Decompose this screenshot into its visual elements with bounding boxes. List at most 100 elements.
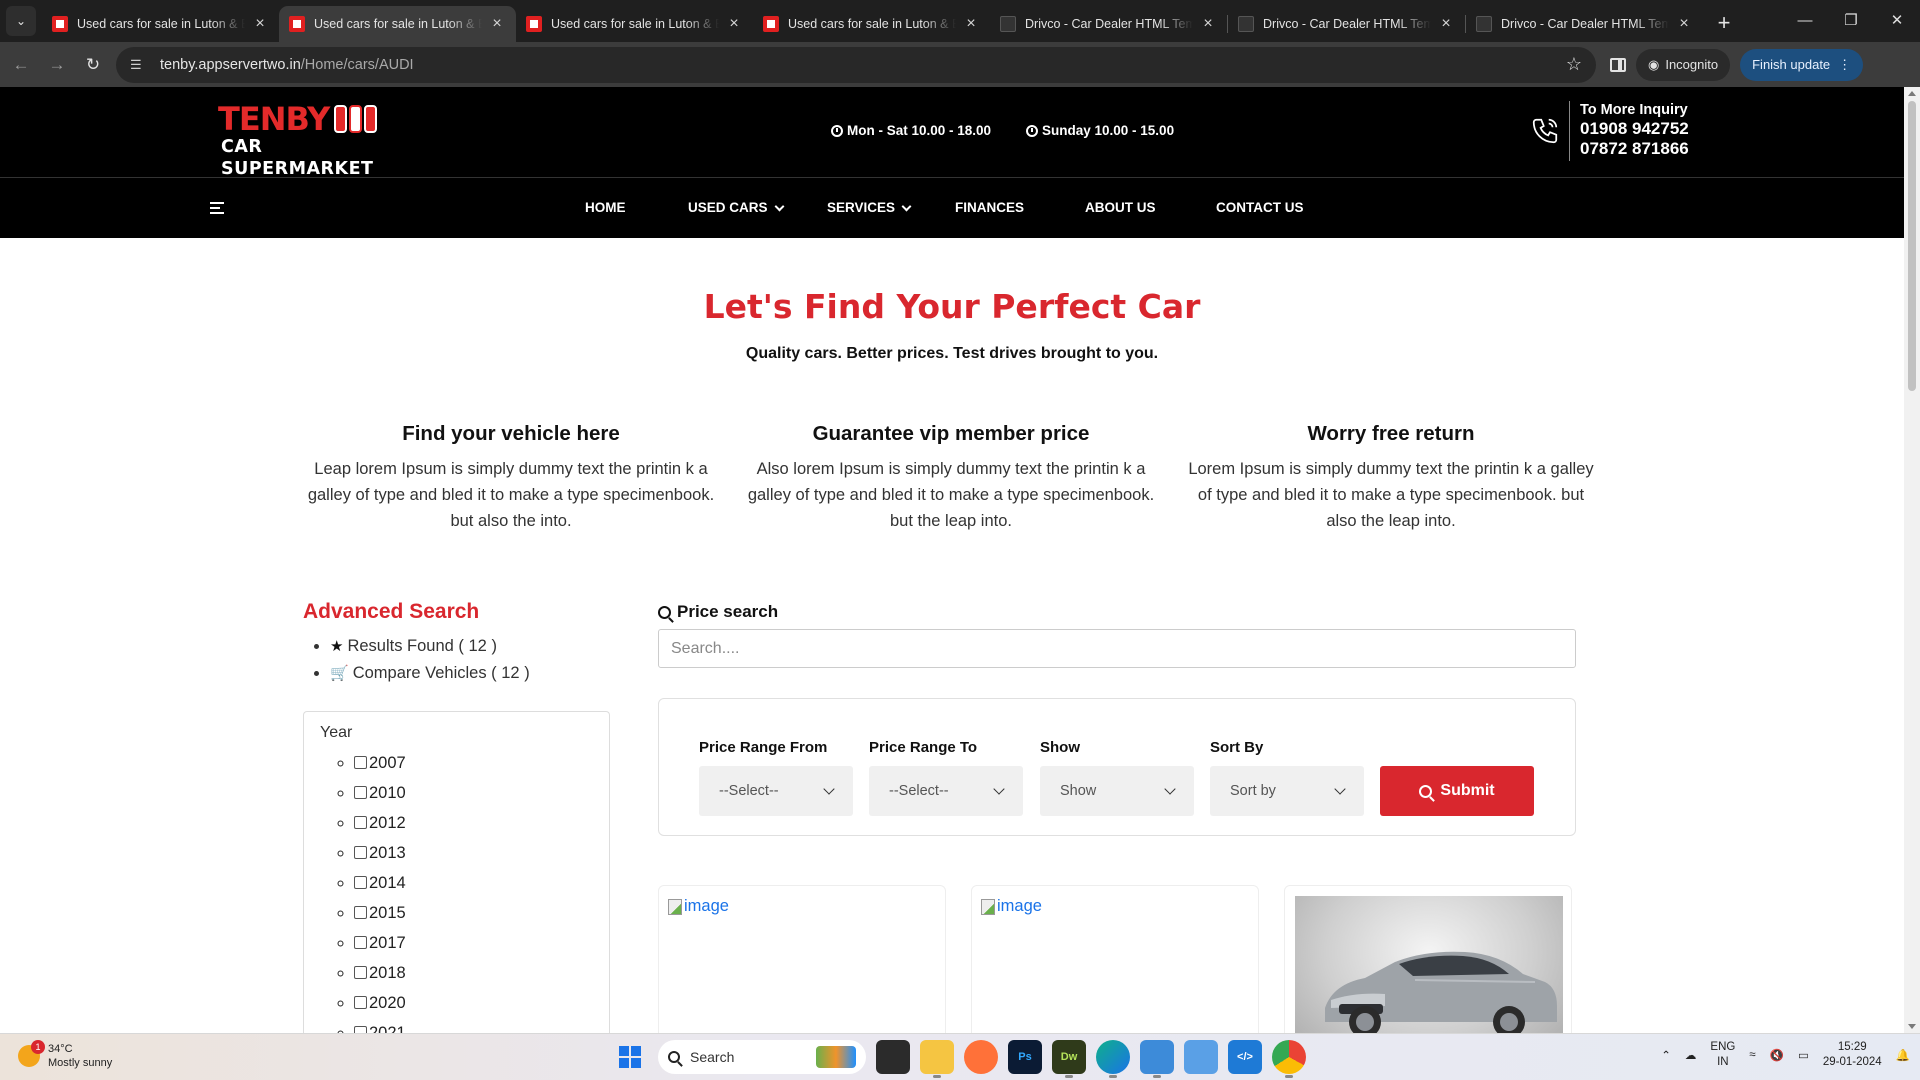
browser-tab[interactable]: Drivco - Car Dealer HTML Template × — [1466, 6, 1703, 42]
close-tab-icon[interactable]: × — [251, 15, 269, 33]
close-tab-icon[interactable]: × — [488, 15, 506, 33]
nav-item-used-cars[interactable]: USED CARS — [688, 200, 784, 215]
close-tab-icon[interactable]: × — [962, 15, 980, 33]
tab-title: Used cars for sale in Luton & Bedfordshi… — [314, 17, 482, 31]
price-from-select[interactable]: --Select-- — [699, 766, 853, 816]
reload-icon[interactable]: ↻ — [78, 50, 108, 80]
edge-icon[interactable] — [1096, 1040, 1130, 1078]
car-image-broken[interactable]: image — [668, 897, 729, 916]
nav-item-about-us[interactable]: ABOUT US — [1085, 200, 1156, 215]
year-option[interactable]: 2015 — [354, 898, 593, 928]
year-option[interactable]: 2020 — [354, 988, 593, 1018]
notepad-icon[interactable] — [1184, 1040, 1218, 1074]
browser-tab[interactable]: Drivco - Car Dealer HTML Template × — [990, 6, 1227, 42]
scroll-up-icon[interactable] — [1908, 91, 1916, 96]
year-option[interactable]: 2017 — [354, 928, 593, 958]
year-checkbox[interactable] — [354, 996, 367, 1009]
year-checkbox[interactable] — [354, 786, 367, 799]
show-select[interactable]: Show — [1040, 766, 1194, 816]
year-checkbox[interactable] — [354, 966, 367, 979]
minimize-icon[interactable]: — — [1782, 0, 1828, 40]
firefox-icon[interactable] — [964, 1040, 998, 1074]
file-explorer-icon[interactable] — [920, 1040, 954, 1078]
year-checkbox[interactable] — [354, 876, 367, 889]
volume-muted-icon[interactable]: 🔇 — [1770, 1048, 1784, 1062]
windows-start-icon[interactable] — [612, 1039, 648, 1075]
tab-search-button[interactable]: ⌄ — [6, 6, 36, 36]
phone-number-2[interactable]: 07872 871866 — [1580, 139, 1689, 159]
close-tab-icon[interactable]: × — [1199, 15, 1217, 33]
nav-item-services[interactable]: SERVICES — [827, 200, 912, 215]
year-checkbox[interactable] — [354, 936, 367, 949]
car-photo[interactable] — [1295, 896, 1563, 1033]
new-tab-button[interactable]: + — [1709, 8, 1739, 38]
year-option[interactable]: 2014 — [354, 868, 593, 898]
year-option[interactable]: 2021 — [354, 1018, 593, 1033]
vscode-icon[interactable]: </> — [1228, 1040, 1262, 1074]
nav-item-home[interactable]: HOME — [585, 200, 626, 215]
hamburger-menu-icon[interactable] — [210, 202, 224, 217]
dreamweaver-icon[interactable]: Dw — [1052, 1040, 1086, 1078]
year-checkbox[interactable] — [354, 816, 367, 829]
year-option[interactable]: 2013 — [354, 838, 593, 868]
paint-icon[interactable] — [1140, 1040, 1174, 1078]
battery-icon[interactable]: ▭ — [1798, 1048, 1809, 1062]
task-view-icon[interactable] — [876, 1040, 910, 1074]
price-to-select[interactable]: --Select-- — [869, 766, 1023, 816]
notification-bell-icon[interactable]: 🔔 — [1896, 1048, 1910, 1062]
nav-item-finances[interactable]: FINANCES — [955, 200, 1024, 215]
car-image-alt: image — [997, 897, 1042, 915]
browser-tab[interactable]: Used cars for sale in Luton & Bedfordshi… — [753, 6, 990, 42]
car-card[interactable]: image — [658, 885, 946, 1033]
close-window-icon[interactable]: ✕ — [1874, 0, 1920, 40]
browser-tab[interactable]: Used cars for sale in Luton & Bedfordshi… — [42, 6, 279, 42]
chrome-icon[interactable] — [1272, 1040, 1306, 1078]
side-panel-icon[interactable] — [1610, 57, 1626, 72]
forward-icon[interactable]: → — [42, 50, 72, 80]
year-checkbox[interactable] — [354, 846, 367, 859]
year-option[interactable]: 2007 — [354, 748, 593, 778]
incognito-indicator[interactable]: ◉ Incognito — [1636, 48, 1731, 81]
restore-icon[interactable]: ❐ — [1828, 0, 1874, 40]
back-icon[interactable]: ← — [6, 50, 36, 80]
taskbar-search[interactable]: Search — [658, 1040, 866, 1074]
sort-by-select[interactable]: Sort by — [1210, 766, 1364, 816]
site-info-icon[interactable]: ☰ — [130, 57, 150, 73]
year-checkbox[interactable] — [354, 906, 367, 919]
car-card[interactable] — [1284, 885, 1572, 1033]
year-option[interactable]: 2012 — [354, 808, 593, 838]
inquiry-label: To More Inquiry — [1580, 102, 1688, 118]
close-tab-icon[interactable]: × — [1675, 15, 1693, 33]
browser-tab-active[interactable]: Used cars for sale in Luton & Bedfordshi… — [279, 6, 516, 42]
wifi-icon[interactable]: ≈ — [1749, 1049, 1755, 1061]
scroll-down-icon[interactable] — [1908, 1024, 1916, 1029]
submit-button[interactable]: Submit — [1380, 766, 1534, 816]
finish-update-button[interactable]: Finish update ⋮ — [1740, 48, 1864, 81]
site-logo[interactable]: TENBY CAR SUPERMARKET — [218, 102, 408, 179]
weather-widget[interactable]: 1 34°C Mostly sunny — [18, 1040, 112, 1070]
phone-number-1[interactable]: 01908 942752 — [1580, 119, 1689, 139]
cloud-sync-icon[interactable]: ☁ — [1685, 1048, 1697, 1062]
nav-item-contact-us[interactable]: CONTACT US — [1216, 200, 1304, 215]
address-bar[interactable]: ☰ tenby.appservertwo.in/Home/cars/AUDI ☆ — [116, 46, 1596, 83]
year-option[interactable]: 2010 — [354, 778, 593, 808]
year-checkbox[interactable] — [354, 1026, 367, 1033]
photoshop-icon[interactable]: Ps — [1008, 1040, 1042, 1074]
bookmark-star-icon[interactable]: ☆ — [1566, 54, 1582, 75]
chevron-up-icon[interactable]: ⌃ — [1661, 1048, 1671, 1062]
price-search-input[interactable] — [658, 629, 1576, 668]
close-tab-icon[interactable]: × — [725, 15, 743, 33]
close-tab-icon[interactable]: × — [1437, 15, 1455, 33]
page-scrollbar[interactable] — [1904, 87, 1920, 1033]
year-checkbox[interactable] — [354, 756, 367, 769]
taskbar-clock[interactable]: 15:29 29-01-2024 — [1823, 1040, 1882, 1070]
compare-vehicles-item[interactable]: 🛒Compare Vehicles ( 12 ) — [330, 664, 530, 683]
browser-tab[interactable]: Used cars for sale in Luton & Bedfordshi… — [516, 6, 753, 42]
year-option[interactable]: 2018 — [354, 958, 593, 988]
car-card[interactable]: image — [971, 885, 1259, 1033]
language-indicator[interactable]: ENG IN — [1710, 1040, 1735, 1070]
browser-tab[interactable]: Drivco - Car Dealer HTML Template × — [1228, 6, 1465, 42]
url-text[interactable]: tenby.appservertwo.in/Home/cars/AUDI — [160, 57, 1566, 73]
car-image-broken[interactable]: image — [981, 897, 1042, 916]
scrollbar-thumb[interactable] — [1908, 101, 1916, 391]
